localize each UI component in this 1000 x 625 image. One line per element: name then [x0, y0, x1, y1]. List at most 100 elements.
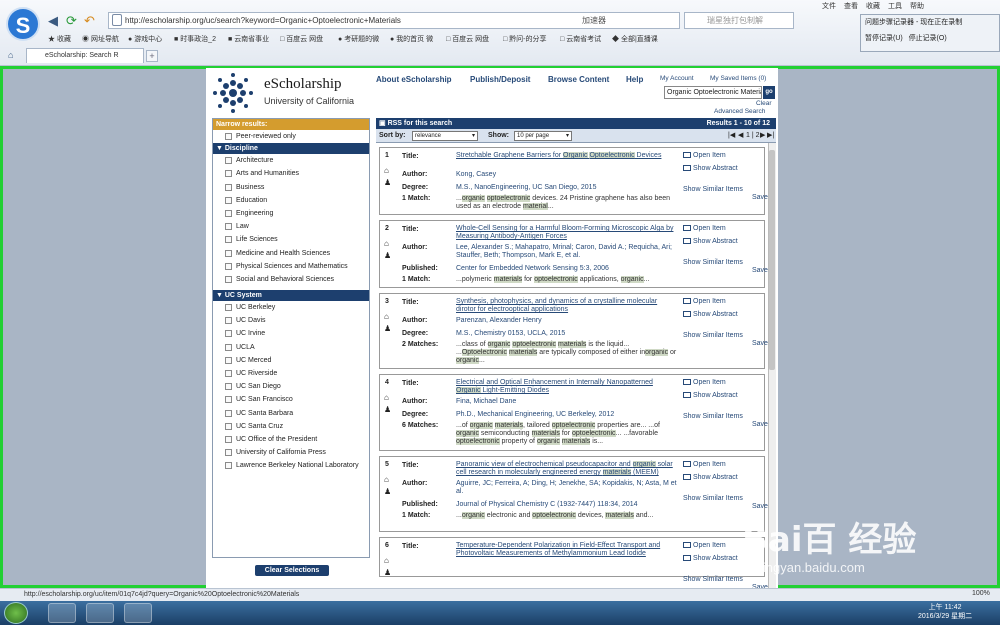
windows-start-icon[interactable]: [4, 602, 28, 624]
campus-filter[interactable]: UC Santa Cruz: [213, 420, 369, 433]
show-similar-link[interactable]: Show Similar Items: [683, 413, 743, 420]
result-title-link[interactable]: Temperature-Dependent Polarization in Fi…: [456, 542, 678, 558]
sort-select[interactable]: relevance ▾: [412, 131, 478, 141]
show-select[interactable]: 10 per page ▾: [514, 131, 572, 141]
result-title-link[interactable]: Panoramic view of electrochemical pseudo…: [456, 461, 678, 477]
save-link[interactable]: Save: [752, 340, 768, 347]
discipline-filter[interactable]: Physical Sciences and Mathematics: [213, 260, 369, 273]
show-abstract-link[interactable]: Show Abstract: [683, 392, 738, 399]
checkbox[interactable]: [225, 133, 232, 140]
bookmark-item[interactable]: ◆ 全部|直播课: [612, 34, 658, 44]
campus-filter[interactable]: UC San Francisco: [213, 393, 369, 406]
show-abstract-link[interactable]: Show Abstract: [683, 311, 738, 318]
meta-value[interactable]: M.S., Chemistry 0153, UCLA, 2015: [456, 330, 678, 338]
author-value[interactable]: Kong, Casey: [456, 171, 678, 179]
pause-record-button[interactable]: 暂停记录(U): [865, 35, 903, 42]
home-icon[interactable]: ⌂: [8, 50, 13, 60]
result-title-link[interactable]: Synthesis, photophysics, and dynamics of…: [456, 298, 678, 314]
checkbox[interactable]: [225, 317, 232, 325]
discipline-filter[interactable]: Law: [213, 220, 369, 233]
rss-icon[interactable]: ▣: [379, 120, 386, 127]
author-value[interactable]: Parenzan, Alexander Henry: [456, 317, 678, 325]
bookmark-item[interactable]: ■ 时事政治_2: [174, 34, 216, 44]
bookmark-item[interactable]: ● 我的首页 微: [390, 34, 433, 44]
result-title-link[interactable]: Whole-Cell Sensing for a Harmful Bloom-F…: [456, 225, 678, 241]
campus-filter[interactable]: UC Irvine: [213, 327, 369, 340]
campus-filter[interactable]: UC Davis: [213, 314, 369, 327]
campus-filter[interactable]: UC Santa Barbara: [213, 407, 369, 420]
checkbox[interactable]: [225, 356, 232, 364]
checkbox[interactable]: [225, 223, 232, 231]
show-similar-link[interactable]: Show Similar Items: [683, 576, 743, 583]
bookmark-item[interactable]: ■ 云南省事业: [228, 34, 269, 44]
checkbox[interactable]: [225, 462, 232, 470]
show-abstract-link[interactable]: Show Abstract: [683, 165, 738, 172]
meta-value[interactable]: Ph.D., Mechanical Engineering, UC Berkel…: [456, 411, 678, 419]
campus-filter[interactable]: UC Office of the President: [213, 433, 369, 446]
clear-selections-button[interactable]: Clear Selections: [255, 565, 329, 576]
my-account-link[interactable]: My Account: [660, 75, 694, 82]
checkbox[interactable]: [225, 435, 232, 443]
peer-reviewed-filter[interactable]: Peer-reviewed only: [213, 130, 369, 143]
open-item-link[interactable]: Open Item: [683, 461, 726, 468]
meta-value[interactable]: M.S., NanoEngineering, UC San Diego, 201…: [456, 184, 678, 192]
new-tab-button[interactable]: +: [146, 50, 158, 62]
checkbox[interactable]: [225, 449, 232, 457]
open-item-link[interactable]: Open Item: [683, 379, 726, 386]
save-link[interactable]: Save: [752, 503, 768, 510]
show-abstract-link[interactable]: Show Abstract: [683, 555, 738, 562]
checkbox[interactable]: [225, 330, 232, 338]
checkbox[interactable]: [225, 196, 232, 204]
show-similar-link[interactable]: Show Similar Items: [683, 495, 743, 502]
last-page-icon[interactable]: ▶|: [767, 129, 774, 143]
show-abstract-link[interactable]: Show Abstract: [683, 238, 738, 245]
first-page-icon[interactable]: |◀: [728, 129, 735, 143]
campus-filter[interactable]: University of California Press: [213, 446, 369, 459]
next-page-icon[interactable]: ▶: [760, 129, 765, 143]
scrollbar-thumb[interactable]: [769, 150, 775, 370]
discipline-filter[interactable]: Medicine and Health Sciences: [213, 247, 369, 260]
go-button[interactable]: go: [763, 86, 775, 99]
author-value[interactable]: Aguirre, JC; Ferreira, A; Ding, H; Jenek…: [456, 480, 678, 496]
meta-value[interactable]: Journal of Physical Chemistry C (1932-74…: [456, 501, 678, 509]
nav-publish[interactable]: Publish/Deposit: [470, 75, 530, 84]
campus-filter[interactable]: Lawrence Berkeley National Laboratory: [213, 459, 369, 472]
menu-help[interactable]: 帮助: [910, 1, 924, 11]
checkbox[interactable]: [225, 236, 232, 244]
taskbar-app-icon[interactable]: [86, 603, 114, 623]
discipline-filter[interactable]: Architecture: [213, 154, 369, 167]
author-value[interactable]: Fina, Michael Dane: [456, 398, 678, 406]
menu-favorites[interactable]: 收藏: [866, 1, 880, 11]
bookmark-item[interactable]: □ 百度云 网盘: [446, 34, 489, 44]
show-similar-link[interactable]: Show Similar Items: [683, 332, 743, 339]
site-title[interactable]: eScholarship: [264, 76, 341, 93]
nav-help[interactable]: Help: [626, 75, 643, 84]
checkbox[interactable]: [225, 157, 232, 165]
taskbar-browser-icon[interactable]: [48, 603, 76, 623]
campus-filter[interactable]: UC San Diego: [213, 380, 369, 393]
checkbox[interactable]: [225, 383, 232, 391]
save-link[interactable]: Save: [752, 267, 768, 274]
bookmark-item[interactable]: □ 黔问-的分享: [503, 34, 547, 44]
campus-filter[interactable]: UC Merced: [213, 354, 369, 367]
refresh-icon[interactable]: ⟳: [66, 13, 77, 29]
menu-tools[interactable]: 工具: [888, 1, 902, 11]
back-icon[interactable]: ◀: [48, 13, 58, 29]
site-search-input[interactable]: Organic Optoelectronic Materials: [664, 86, 762, 99]
meta-value[interactable]: Center for Embedded Network Sensing 5:3,…: [456, 265, 678, 273]
checkbox[interactable]: [225, 183, 232, 191]
nav-about[interactable]: About eScholarship: [376, 75, 452, 84]
open-item-link[interactable]: Open Item: [683, 542, 726, 549]
checkbox[interactable]: [225, 275, 232, 283]
menu-file[interactable]: 文件: [822, 1, 836, 11]
bookmark-item[interactable]: ● 考研题的微: [338, 34, 379, 44]
bookmark-item[interactable]: ● 游戏中心: [128, 34, 162, 44]
discipline-header[interactable]: ▼ Discipline: [213, 143, 369, 155]
checkbox[interactable]: [225, 422, 232, 430]
campus-filter[interactable]: UC Berkeley: [213, 301, 369, 314]
nav-browse[interactable]: Browse Content: [548, 75, 609, 84]
saved-items-link[interactable]: My Saved Items (0): [710, 75, 766, 82]
pager[interactable]: 1 | 2: [746, 129, 760, 143]
open-item-link[interactable]: Open Item: [683, 152, 726, 159]
checkbox[interactable]: [225, 304, 232, 312]
